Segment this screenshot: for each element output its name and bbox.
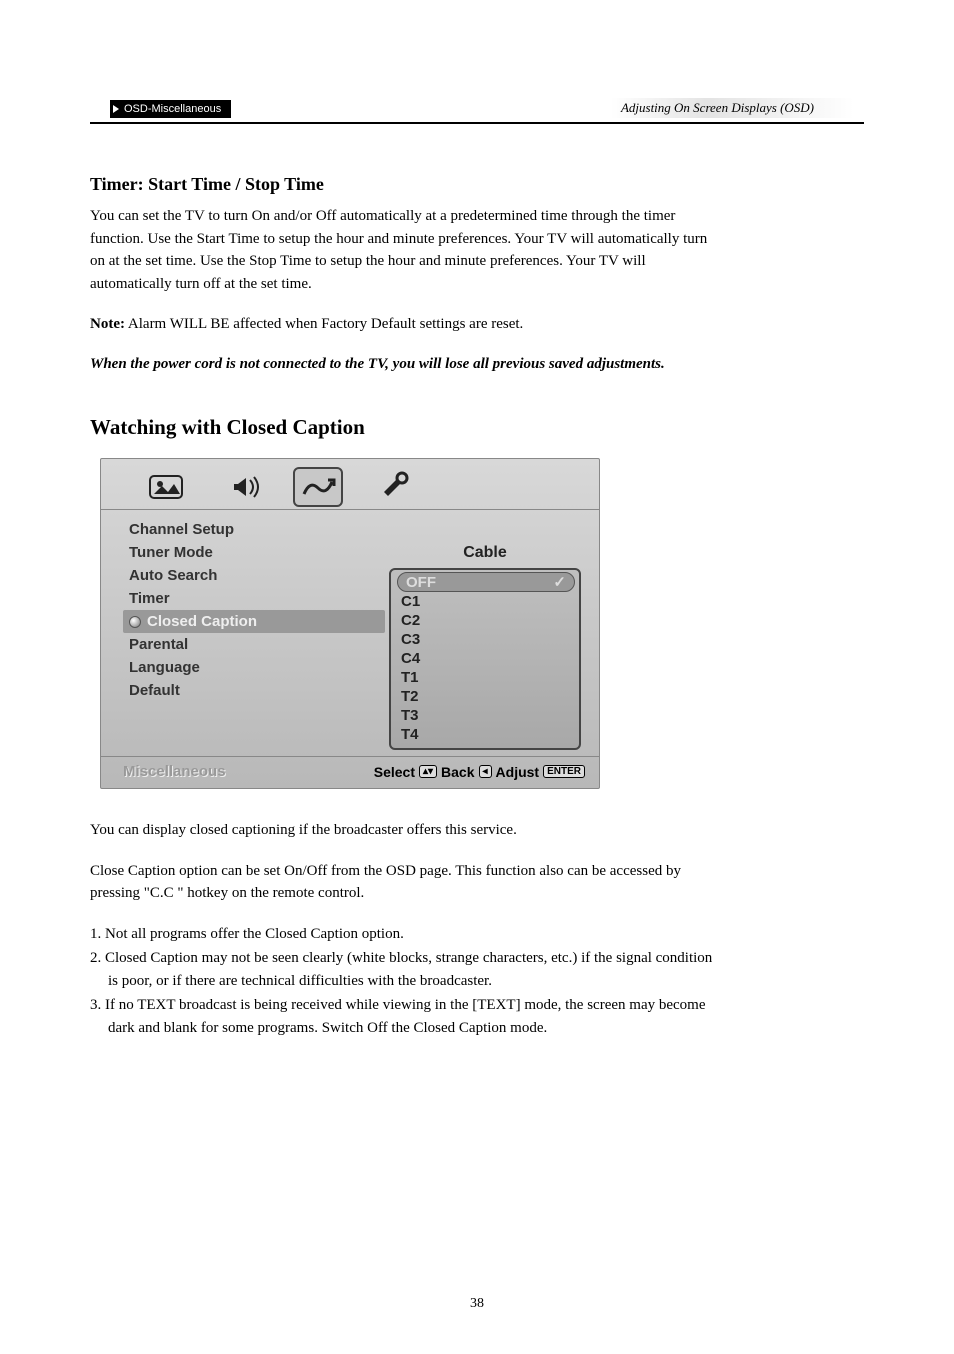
menu-language: Language — [123, 656, 385, 679]
cc-options-dropdown: OFF ✓ C1 C2 C3 C4 T1 T2 T3 T4 — [389, 568, 581, 750]
cc-heading: Watching with Closed Caption — [90, 415, 724, 440]
note-label: Note: — [90, 316, 125, 332]
cc-option-off-label: OFF — [406, 574, 436, 591]
header-bar: OSD-Miscellaneous Adjusting On Screen Di… — [90, 100, 864, 124]
menu-tuner-mode: Tuner Mode — [123, 541, 385, 564]
setup-tab-icon — [369, 467, 419, 507]
timer-heading: Timer: Start Time / Stop Time — [90, 174, 724, 195]
hint-select-label: Select — [374, 764, 415, 780]
menu-auto-search: Auto Search — [123, 564, 385, 587]
osd-footer: Miscellaneous Select ▴▾ Back ◂ Adjust EN… — [101, 756, 599, 788]
osd-menu: Channel Setup Tuner Mode Auto Search Tim… — [123, 518, 385, 750]
audio-tab-icon — [217, 467, 267, 507]
cc-option-c3: C3 — [397, 630, 575, 649]
timer-note: Note: Alarm WILL BE affected when Factor… — [90, 313, 724, 336]
page-number: 38 — [0, 1296, 954, 1312]
cc-para1: You can display closed captioning if the… — [90, 819, 724, 842]
osd-footer-title: Miscellaneous — [123, 763, 226, 780]
tuner-mode-value: Cable — [385, 542, 585, 568]
timer-paragraph: You can set the TV to turn On and/or Off… — [90, 205, 724, 295]
picture-tab-icon — [141, 467, 191, 507]
header-tab: OSD-Miscellaneous — [110, 100, 231, 118]
cc-option-t1: T1 — [397, 668, 575, 687]
cc-note-1: 1. Not all programs offer the Closed Cap… — [90, 923, 724, 946]
timer-warning: When the power cord is not connected to … — [90, 354, 724, 376]
osd-screenshot: Channel Setup Tuner Mode Auto Search Tim… — [100, 458, 600, 789]
cc-option-c2: C2 — [397, 611, 575, 630]
cc-para2: Close Caption option can be set On/Off f… — [90, 860, 724, 905]
left-key-icon: ◂ — [479, 765, 492, 778]
menu-closed-caption-label: Closed Caption — [147, 613, 257, 630]
osd-footer-hints: Select ▴▾ Back ◂ Adjust ENTER — [374, 764, 585, 780]
misc-tab-icon — [293, 467, 343, 507]
cc-notes-list: 1. Not all programs offer the Closed Cap… — [90, 923, 724, 1040]
updown-key-icon: ▴▾ — [419, 765, 437, 778]
cc-note-2: 2. Closed Caption may not be seen clearl… — [90, 947, 724, 992]
menu-closed-caption: Closed Caption — [123, 610, 385, 633]
menu-channel-setup: Channel Setup — [123, 518, 385, 541]
cc-option-t2: T2 — [397, 687, 575, 706]
osd-right-panel: Cable OFF ✓ C1 C2 C3 C4 T1 T2 T3 T4 — [385, 518, 585, 750]
cc-option-t4: T4 — [397, 725, 575, 744]
checkmark-icon: ✓ — [553, 573, 566, 591]
menu-default: Default — [123, 679, 385, 702]
cc-option-c1: C1 — [397, 592, 575, 611]
header-section-title: Adjusting On Screen Displays (OSD) — [611, 98, 854, 118]
cc-option-c4: C4 — [397, 649, 575, 668]
hint-adjust-label: Adjust — [496, 764, 540, 780]
menu-timer: Timer — [123, 587, 385, 610]
cc-option-off: OFF ✓ — [397, 572, 575, 592]
hint-back-label: Back — [441, 764, 474, 780]
note-text: Alarm WILL BE affected when Factory Defa… — [125, 316, 523, 332]
enter-key-icon: ENTER — [543, 765, 585, 778]
osd-tab-icons — [101, 459, 599, 510]
cc-option-t3: T3 — [397, 706, 575, 725]
cc-note-3: 3. If no TEXT broadcast is being receive… — [90, 994, 724, 1039]
menu-parental: Parental — [123, 633, 385, 656]
